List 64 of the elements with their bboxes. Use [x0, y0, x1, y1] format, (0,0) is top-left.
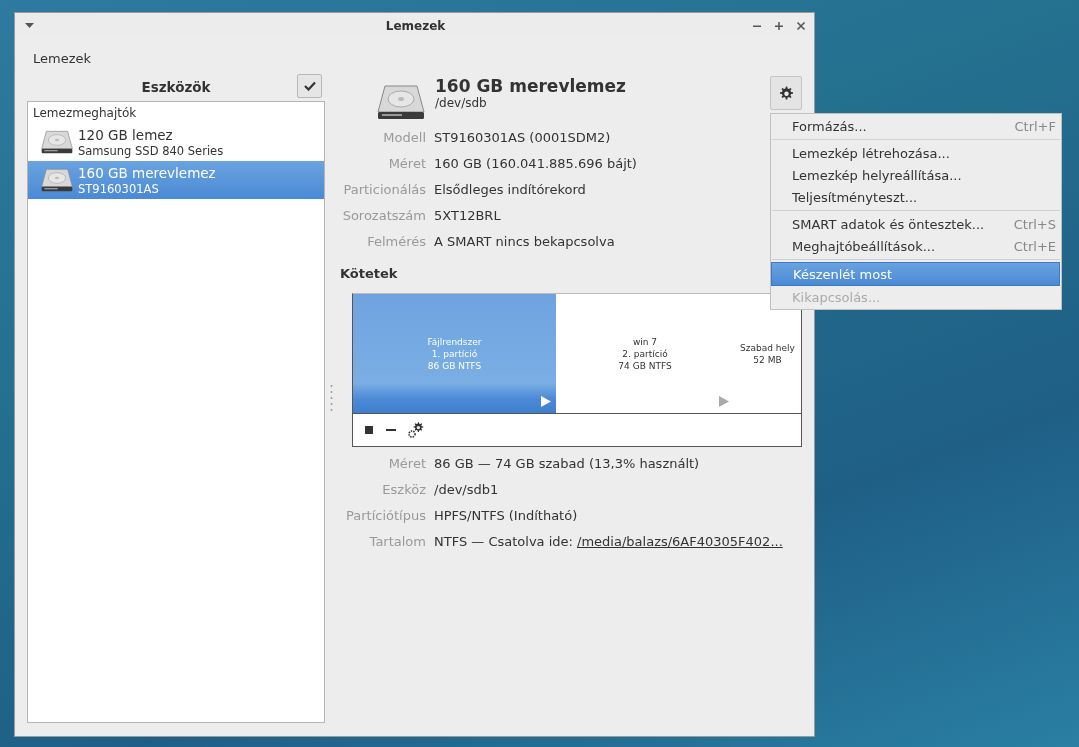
- device-item[interactable]: 120 GB lemez Samsung SSD 840 Series: [28, 123, 325, 161]
- property-value: /dev/sdb1: [434, 481, 500, 498]
- menu-item[interactable]: Lemezkép helyreállítása...: [771, 164, 1061, 186]
- menu-item-label: Meghajtóbeállítások...: [792, 238, 936, 254]
- property-value: NTFS — Csatolva ide:: [434, 534, 574, 549]
- device-model: Samsung SSD 840 Series: [78, 143, 224, 158]
- pane-handle-icon: [330, 384, 334, 412]
- partition-label: win 7 2. partíció 74 GB NTFS: [618, 335, 672, 372]
- disk-device: /dev/sdb: [435, 96, 488, 110]
- property-label: Felmérés: [366, 233, 426, 250]
- app-title: Lemezek: [32, 50, 93, 68]
- property-value: HPFS/NTFS (Indítható): [434, 507, 579, 524]
- window-menu-icon[interactable]: [25, 22, 34, 29]
- property-label: Méret: [387, 155, 426, 172]
- menu-item-label: SMART adatok és öntesztek...: [792, 216, 985, 232]
- menu-item[interactable]: Lemezkép létrehozása...: [771, 142, 1061, 164]
- play-icon: [541, 396, 551, 407]
- partition-segment[interactable]: win 7 2. partíció 74 GB NTFS: [556, 294, 734, 413]
- maximize-icon[interactable]: [774, 20, 784, 31]
- menu-item[interactable]: SMART adatok és öntesztek... Ctrl+S: [771, 213, 1061, 235]
- property-label: Eszköz: [381, 481, 426, 498]
- menu-item-label: Teljesítményteszt...: [792, 189, 918, 205]
- menu-item-label: Lemezkép létrehozása...: [792, 145, 950, 161]
- menu-item[interactable]: Meghajtóbeállítások... Ctrl+E: [771, 235, 1061, 257]
- disk-title: 160 GB merevlemez: [435, 76, 626, 96]
- menu-item[interactable]: Formázás... Ctrl+F: [771, 115, 1061, 137]
- property-value: ST9160301AS (0001SDM2): [434, 129, 612, 146]
- keyboard-shortcut: Ctrl+S: [1013, 216, 1056, 232]
- property-label: Modell: [382, 129, 426, 146]
- hard-drive-icon: [41, 130, 73, 154]
- list-section-header: Lemezmeghajtók: [32, 105, 138, 122]
- property-label: Tartalom: [368, 533, 426, 550]
- stop-icon[interactable]: [364, 425, 374, 435]
- property-value: 160 GB (160.041.885.696 bájt): [434, 155, 638, 172]
- device-model: ST9160301AS: [78, 181, 160, 196]
- settings-icon: [777, 84, 795, 102]
- hard-drive-icon: [377, 84, 425, 120]
- settings-button[interactable]: [770, 76, 802, 110]
- window-title: Lemezek: [385, 18, 446, 33]
- menu-item[interactable]: Teljesítményteszt...: [771, 186, 1061, 208]
- menu-item-label: Kikapcsolás...: [792, 289, 881, 305]
- property-label: Méret: [387, 455, 426, 472]
- device-name: 120 GB lemez: [78, 126, 174, 144]
- property-value: 86 GB — 74 GB szabad (13,3% használt): [434, 455, 701, 472]
- play-icon: [719, 396, 729, 407]
- menu-item-label: Lemezkép helyreállítása...: [792, 167, 962, 183]
- menu-item-label: Formázás...: [792, 118, 867, 134]
- device-name: 160 GB merevlemez: [78, 164, 216, 182]
- gears-icon[interactable]: [408, 422, 424, 438]
- property-label: Partíciótípus: [345, 507, 426, 524]
- partition-label: Fájlrendszer 1. partíció 86 GB NTFS: [427, 335, 482, 372]
- property-value: 5XT12BRL: [434, 207, 502, 224]
- select-button[interactable]: [297, 74, 323, 98]
- property-label: Sorozatszám: [341, 207, 426, 224]
- property-value: Elsődleges indítórekord: [434, 181, 587, 198]
- hard-drive-icon: [41, 168, 73, 192]
- keyboard-shortcut: Ctrl+E: [1013, 238, 1056, 254]
- keyboard-shortcut: Ctrl+F: [1014, 118, 1056, 134]
- menu-item-label: Készenlét most: [793, 266, 893, 282]
- property-label: Particionálás: [342, 181, 426, 198]
- check-icon: [303, 81, 316, 91]
- mount-path-link[interactable]: /media/balazs/6AF40305F402...: [577, 534, 783, 549]
- sidebar-title: Eszközök: [141, 79, 211, 95]
- close-icon[interactable]: [796, 20, 806, 31]
